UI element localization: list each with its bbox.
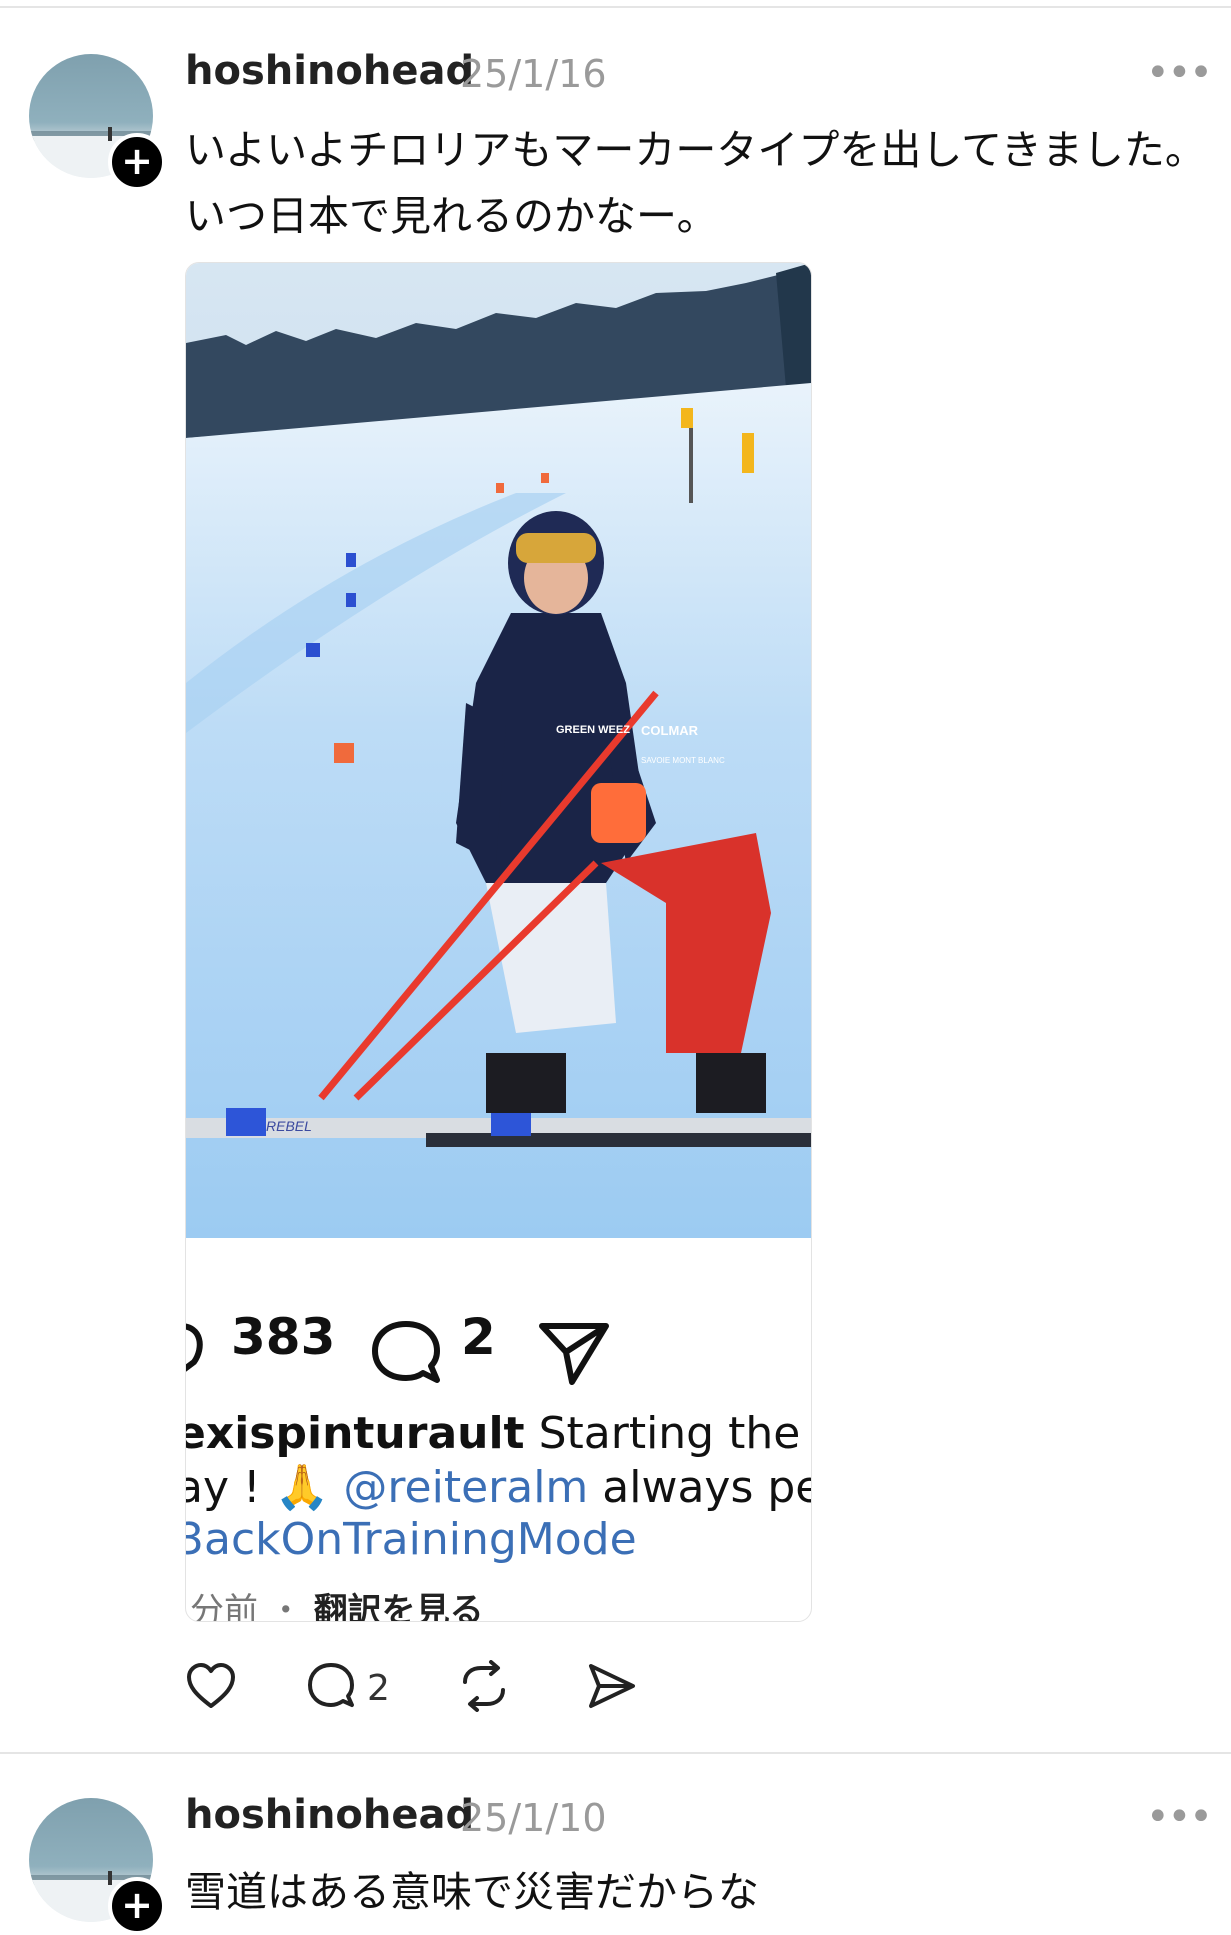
post-actions: 2	[185, 1660, 685, 1720]
like-count: 383	[231, 1308, 336, 1366]
instagram-caption-line: ay ! 🙏 @reiteralm always per	[185, 1462, 811, 1513]
reply-count: 2	[367, 1668, 390, 1709]
username[interactable]: hoshinohead	[185, 1792, 474, 1838]
post-text-line: いよいよチロリアもマーカータイプを出してきました。	[185, 126, 1206, 174]
follow-plus-button[interactable]: +	[108, 1877, 166, 1935]
more-options-button[interactable]: •••	[1146, 1794, 1213, 1840]
instagram-hashtag: 3ackOnTrainingMode	[185, 1514, 637, 1565]
instagram-caption-line: exispinturault Starting the ne	[185, 1408, 811, 1459]
post-text-line: いつ日本で見れるのかなー。	[185, 192, 718, 240]
post-date: 25/1/16	[460, 52, 607, 96]
top-divider	[0, 6, 1231, 8]
like-button[interactable]	[185, 1660, 237, 1712]
post-date: 25/1/10	[460, 1796, 607, 1840]
reply-button[interactable]	[305, 1660, 357, 1712]
post-divider	[0, 1752, 1231, 1754]
jacket-brand-text: COLMAR	[641, 723, 699, 738]
jacket-sponsor-text: GREEN WEEZ	[556, 724, 630, 736]
heart-icon	[186, 1323, 203, 1372]
ski-photo: COLMAR GREEN WEEZ SAVOIE MONT BLANC REBE…	[186, 263, 811, 1238]
jacket-region-text: SAVOIE MONT BLANC	[641, 756, 725, 765]
instagram-meta: 分前 ・ 翻訳を見る	[190, 1591, 484, 1622]
embedded-image[interactable]: COLMAR GREEN WEEZ SAVOIE MONT BLANC REBE…	[185, 262, 812, 1622]
comment-icon	[372, 1321, 440, 1383]
repost-button[interactable]	[457, 1660, 511, 1712]
more-options-button[interactable]: •••	[1146, 50, 1213, 96]
username[interactable]: hoshinohead	[185, 48, 474, 94]
post-text-line: 雪道はある意味で災害だからな	[185, 1868, 759, 1916]
comment-count: 2	[461, 1308, 496, 1366]
send-button[interactable]	[585, 1660, 639, 1712]
ski-brand-text: REBEL	[266, 1118, 312, 1134]
share-icon	[539, 1323, 609, 1385]
instagram-actions: 383 2	[186, 1278, 811, 1398]
pray-emoji: 🙏	[274, 1462, 330, 1513]
follow-plus-button[interactable]: +	[108, 133, 166, 191]
